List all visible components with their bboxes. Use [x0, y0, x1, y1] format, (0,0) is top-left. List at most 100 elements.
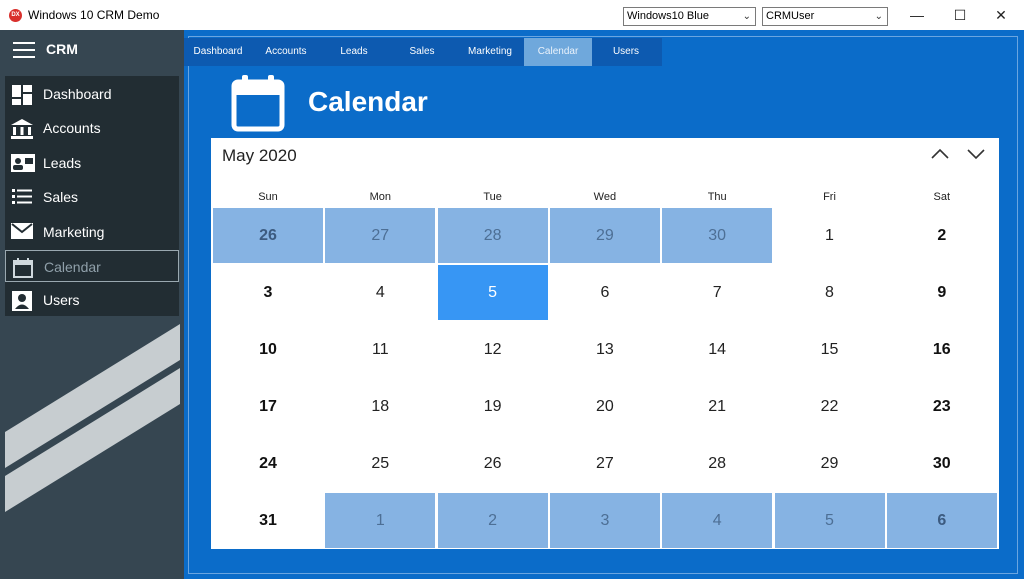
close-button[interactable]: ✕	[990, 4, 1012, 26]
calendar-day-cell[interactable]: 13	[549, 321, 661, 378]
sidebar-item-label: Dashboard	[43, 86, 112, 102]
sidebar-item-label: Calendar	[44, 259, 101, 275]
calendar-icon	[231, 75, 285, 132]
calendar-day-cell[interactable]: 15	[774, 321, 886, 378]
calendar-day-cell[interactable]: 25	[324, 435, 436, 492]
calendar-day-cell[interactable]: 1	[774, 207, 886, 264]
user-select-value: CRMUser	[766, 10, 815, 22]
calendar-day-cell[interactable]: 23	[886, 378, 998, 435]
tab-leads[interactable]: Leads	[320, 38, 388, 66]
calendar-day-cell[interactable]: 6	[549, 264, 661, 321]
app-logo-icon: DX	[9, 9, 22, 22]
calendar-day-cell[interactable]: 9	[886, 264, 998, 321]
sidebar-item-calendar[interactable]: Calendar	[5, 250, 179, 282]
calendar-icon	[11, 257, 35, 278]
window-title: Windows 10 CRM Demo	[28, 8, 160, 22]
calendar-day-cell[interactable]: 11	[324, 321, 436, 378]
calendar-day-cell[interactable]: 5	[773, 492, 886, 549]
calendar-day-cell[interactable]: 22	[774, 378, 886, 435]
calendar-day-cell[interactable]: 27	[324, 207, 437, 264]
sidebar-item-label: Accounts	[43, 120, 101, 137]
tab-users[interactable]: Users	[592, 38, 660, 66]
sidebar-item-label: Sales	[43, 189, 79, 206]
bank-icon	[10, 118, 34, 140]
decorative-stripes	[5, 324, 180, 512]
calendar-day-cell[interactable]: 1	[324, 492, 437, 549]
tab-dashboard[interactable]: Dashboard	[184, 38, 252, 66]
weekday-header: Thu	[707, 191, 727, 203]
calendar-day-cell[interactable]: 7	[661, 264, 773, 321]
calendar-day-cell[interactable]: 30	[661, 207, 774, 264]
calendar-day-cell[interactable]: 21	[661, 378, 773, 435]
calendar-day-cell[interactable]: 19	[437, 378, 549, 435]
calendar-panel: May 2020 Sun Mon Tue Wed Thu Fri Sat 26 27 28 29 30…	[211, 138, 999, 549]
tab-calendar[interactable]: Calendar	[524, 38, 592, 66]
contact-card-icon	[10, 153, 35, 173]
calendar-day-cell[interactable]: 30	[886, 435, 998, 492]
calendar-day-cell[interactable]: 28	[661, 435, 773, 492]
sidebar: CRM Dashboard Accounts Leads Sales Marketing…	[0, 30, 184, 579]
weekday-header: Sat	[933, 191, 951, 203]
theme-select-value: Windows10 Blue	[627, 10, 709, 22]
calendar-day-cell[interactable]: 6	[885, 492, 998, 549]
calendar-day-cell[interactable]: 2	[436, 492, 549, 549]
calendar-day-cell[interactable]: 16	[886, 321, 998, 378]
chevron-down-icon: ⌄	[742, 11, 751, 22]
page-title: Calendar	[308, 86, 428, 117]
sidebar-item-dashboard[interactable]: Dashboard	[5, 78, 179, 110]
weekday-header: Tue	[483, 191, 502, 203]
calendar-day-cell[interactable]: 20	[549, 378, 661, 435]
title-bar: DX Windows 10 CRM Demo Windows10 Blue ⌄ …	[0, 0, 1024, 30]
calendar-day-cell[interactable]: 4	[661, 492, 774, 549]
month-label[interactable]: May 2020	[222, 146, 297, 166]
calendar-day-cell[interactable]: 29	[774, 435, 886, 492]
calendar-day-cell[interactable]: 26	[212, 207, 324, 264]
sidebar-item-label: Marketing	[43, 223, 105, 240]
calendar-day-cell[interactable]: 26	[437, 435, 549, 492]
calendar-day-cell[interactable]: 5	[436, 264, 549, 321]
minimize-button[interactable]: —	[906, 4, 928, 26]
calendar-day-cell[interactable]: 3	[212, 264, 324, 321]
calendar-day-cell[interactable]: 2	[886, 207, 998, 264]
chevron-down-icon: ⌄	[874, 11, 883, 22]
sidebar-item-users[interactable]: Users	[5, 284, 179, 316]
theme-select[interactable]: Windows10 Blue ⌄	[623, 7, 756, 26]
tab-sales[interactable]: Sales	[388, 38, 456, 66]
calendar-day-cell[interactable]: 8	[774, 264, 886, 321]
calendar-day-cell[interactable]: 18	[324, 378, 436, 435]
hamburger-menu-icon[interactable]	[13, 42, 35, 58]
weekday-header: Fri	[823, 191, 836, 203]
calendar-day-cell[interactable]: 24	[212, 435, 324, 492]
calendar-day-cell[interactable]: 12	[437, 321, 549, 378]
next-month-button[interactable]	[964, 144, 988, 164]
maximize-button[interactable]: ☐	[949, 4, 971, 26]
mail-icon	[10, 222, 34, 242]
previous-month-button[interactable]	[928, 144, 952, 164]
calendar-day-cell[interactable]: 31	[212, 492, 324, 549]
sidebar-item-leads[interactable]: Leads	[5, 147, 179, 179]
calendar-day-cell[interactable]: 4	[324, 264, 436, 321]
calendar-day-cell[interactable]: 29	[548, 207, 661, 264]
calendar-day-cell[interactable]: 27	[549, 435, 661, 492]
tab-accounts[interactable]: Accounts	[252, 38, 320, 66]
tab-marketing[interactable]: Marketing	[456, 38, 524, 66]
sidebar-item-marketing[interactable]: Marketing	[5, 216, 179, 248]
dashboard-icon	[10, 84, 34, 105]
calendar-day-cell[interactable]: 3	[548, 492, 661, 549]
user-select[interactable]: CRMUser ⌄	[762, 7, 888, 26]
sidebar-item-sales[interactable]: Sales	[5, 181, 179, 213]
sidebar-item-label: Leads	[43, 154, 82, 171]
user-icon	[10, 290, 34, 312]
calendar-day-cell[interactable]: 14	[661, 321, 773, 378]
sidebar-item-label: Users	[43, 292, 80, 309]
sidebar-menu: Dashboard Accounts Leads Sales Marketing Cale…	[5, 76, 179, 316]
sidebar-title: CRM	[46, 41, 78, 57]
sidebar-item-accounts[interactable]: Accounts	[5, 112, 179, 144]
calendar-day-cell[interactable]: 10	[212, 321, 324, 378]
tab-bar: Dashboard Accounts Leads Sales Marketing Cale…	[184, 38, 662, 66]
list-icon	[10, 187, 34, 207]
weekday-header: Wed	[593, 191, 617, 203]
weekday-header: Sun	[258, 191, 278, 203]
calendar-day-cell[interactable]: 28	[436, 207, 549, 264]
calendar-day-cell[interactable]: 17	[212, 378, 324, 435]
